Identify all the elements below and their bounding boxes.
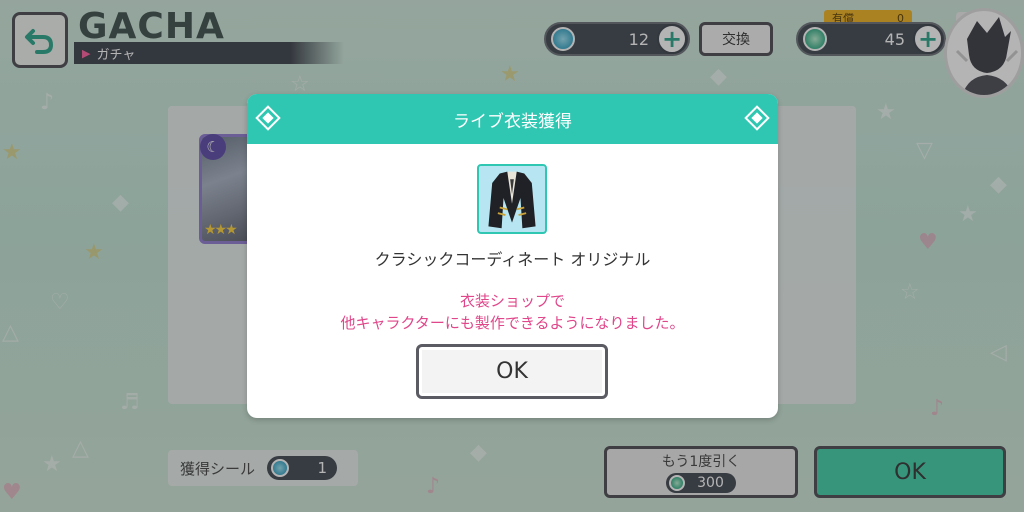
dialog-header: ライブ衣装獲得 bbox=[247, 94, 778, 144]
diamond-icon bbox=[258, 108, 278, 128]
diamond-icon bbox=[747, 108, 767, 128]
costume-image bbox=[477, 164, 547, 234]
costume-acquired-dialog: ライブ衣装獲得 クラシックコーディネート オリジナル 衣装ショップで 他キャラク… bbox=[247, 94, 778, 418]
message-line-2: 他キャラクターにも製作できるようになりました。 bbox=[340, 314, 685, 332]
dialog-title: ライブ衣装獲得 bbox=[453, 111, 572, 132]
message-line-1: 衣装ショップで bbox=[459, 292, 565, 310]
costume-name: クラシックコーディネート オリジナル bbox=[374, 250, 651, 269]
jacket-icon bbox=[488, 171, 536, 229]
ok-button[interactable]: OK bbox=[416, 344, 608, 399]
dialog-message: 衣装ショップで 他キャラクターにも製作できるようになりました。 bbox=[247, 290, 778, 334]
